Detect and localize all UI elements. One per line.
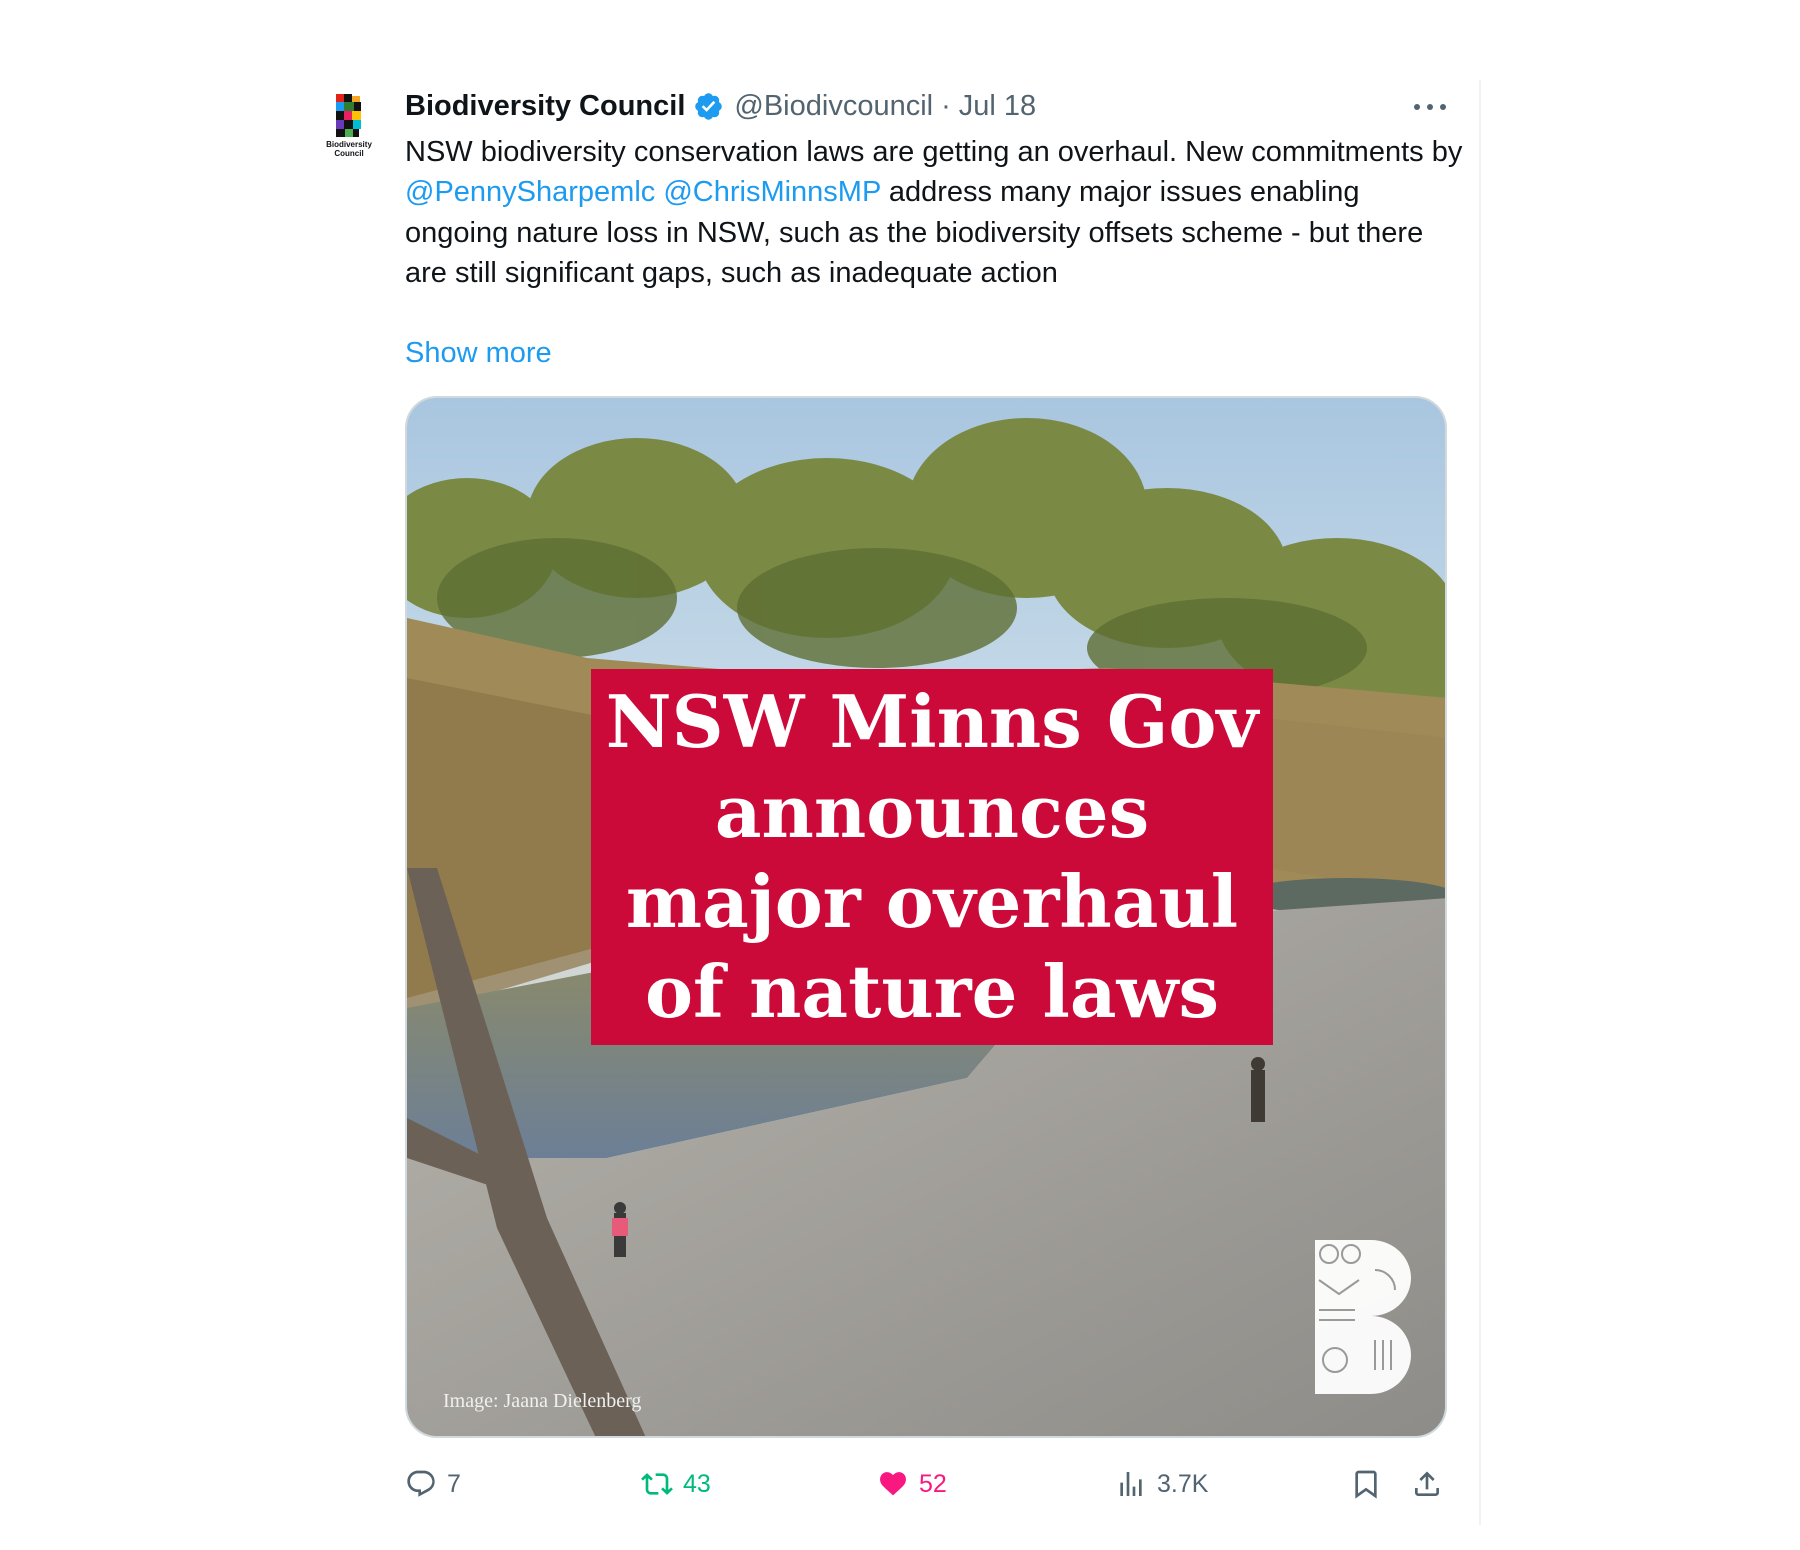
retweet-icon bbox=[641, 1473, 673, 1495]
tweet-media-image[interactable]: NSW Minns Gov announces major overhaul o… bbox=[405, 396, 1447, 1438]
author-name[interactable]: Biodiversity Council bbox=[405, 90, 685, 123]
bookmark-icon bbox=[1355, 1470, 1377, 1499]
share-button[interactable] bbox=[1411, 1462, 1453, 1506]
like-button[interactable]: 52 bbox=[877, 1462, 947, 1506]
more-dot-icon bbox=[1440, 104, 1446, 110]
avatar-caption: Biodiversity Council bbox=[326, 140, 372, 158]
bookmark-button[interactable] bbox=[1350, 1462, 1392, 1506]
views-button[interactable]: 3.7K bbox=[1115, 1462, 1208, 1506]
mention-link[interactable]: @PennySharpemlc bbox=[405, 176, 655, 208]
more-dot-icon bbox=[1427, 104, 1433, 110]
headline-text: NSW Minns Gov announces major overhaul o… bbox=[605, 679, 1259, 1034]
heart-icon bbox=[880, 1472, 906, 1496]
views-chart-icon bbox=[1120, 1472, 1142, 1496]
mention-link[interactable]: @ChrisMinnsMP bbox=[663, 176, 880, 208]
biodiversity-council-b-logo-icon bbox=[1315, 1240, 1411, 1394]
headline-banner: NSW Minns Gov announces major overhaul o… bbox=[591, 669, 1273, 1045]
share-icon bbox=[1415, 1471, 1439, 1496]
reply-button[interactable]: 7 bbox=[405, 1462, 461, 1506]
tweet-header: Biodiversity Council @Biodivcouncil · Ju… bbox=[405, 88, 1036, 124]
tweet-action-bar: 7 43 52 3.7K bbox=[405, 1462, 1447, 1506]
like-count: 52 bbox=[919, 1469, 947, 1498]
more-dot-icon bbox=[1414, 104, 1420, 110]
reply-icon bbox=[407, 1470, 435, 1497]
avatar[interactable]: Biodiversity Council bbox=[325, 94, 373, 160]
verified-badge-icon bbox=[695, 92, 723, 120]
tweet-text: NSW biodiversity conservation laws are g… bbox=[405, 132, 1465, 294]
timeline-divider bbox=[1479, 80, 1481, 1525]
author-handle[interactable]: @Biodivcouncil bbox=[734, 90, 933, 123]
separator-dot: · bbox=[941, 89, 951, 122]
retweet-button[interactable]: 43 bbox=[641, 1462, 711, 1506]
show-more-link[interactable]: Show more bbox=[405, 333, 552, 373]
views-count: 3.7K bbox=[1157, 1469, 1209, 1498]
more-options-button[interactable] bbox=[1410, 92, 1450, 122]
image-credit: Image: Jaana Dielenberg bbox=[443, 1390, 642, 1412]
retweet-count: 43 bbox=[683, 1469, 711, 1498]
biodiversity-council-logo-icon bbox=[336, 94, 361, 137]
tweet-text-part: NSW biodiversity conservation laws are g… bbox=[405, 136, 1463, 168]
reply-count: 7 bbox=[447, 1469, 461, 1498]
tweet-date[interactable]: Jul 18 bbox=[959, 90, 1036, 123]
